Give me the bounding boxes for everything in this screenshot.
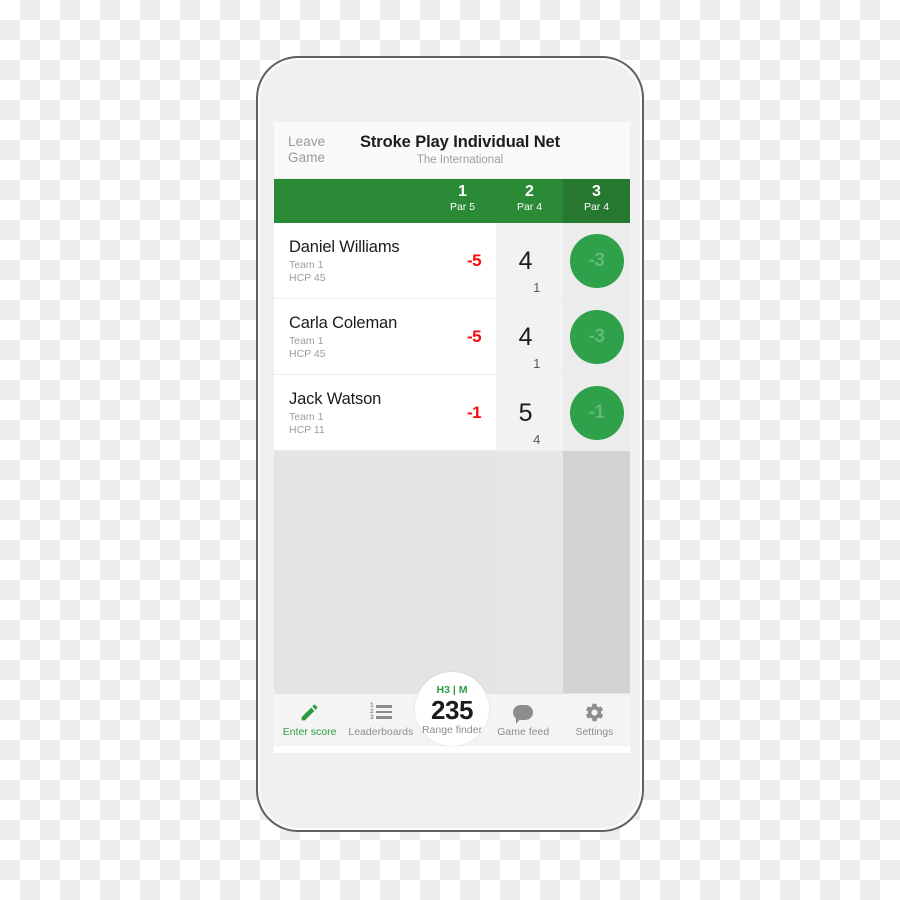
score-cell-hole-2[interactable]: 41 (496, 299, 563, 374)
hole-column-headers: 1 Par 5 2 Par 4 3 Par 4 (274, 179, 630, 223)
hole-number: 1 (458, 183, 467, 200)
player-team: Team 1 (289, 258, 324, 271)
player-handicap: HCP 45 (289, 347, 326, 360)
player-name-block: Carla Coleman Team 1 HCP 45 (289, 313, 452, 361)
score-cell-hole-3[interactable]: -1 (563, 375, 630, 450)
numbered-list-icon: 123 (345, 701, 416, 723)
empty-player-column (274, 451, 496, 693)
nav-item-settings[interactable]: Settings (559, 694, 630, 739)
player-name: Carla Coleman (289, 313, 398, 332)
title-block: Stroke Play Individual Net The Internati… (346, 133, 630, 168)
score-value: 4 (518, 322, 533, 351)
score-net-subscript: 4 (533, 432, 541, 447)
player-handicap: HCP 45 (289, 271, 326, 284)
leave-game-button[interactable]: Leave Game (274, 134, 346, 166)
nav-label-game-feed: Game feed (497, 726, 550, 738)
player-info[interactable]: Jack Watson Team 1 HCP 11 (274, 375, 452, 450)
player-name-block: Jack Watson Team 1 HCP 11 (289, 389, 452, 437)
empty-scorecard-area (274, 451, 630, 693)
player-team: Team 1 (289, 410, 324, 423)
page-title: Stroke Play Individual Net (359, 132, 561, 151)
player-team: Team 1 (289, 334, 324, 347)
column-header-hole-2[interactable]: 2 Par 4 (496, 179, 563, 223)
pencil-icon (274, 701, 345, 723)
hole-par: Par 4 (583, 201, 610, 213)
score-circle[interactable]: -3 (569, 309, 624, 364)
scorecard-rows: Daniel Williams Team 1 HCP 45 -5 41 -3 C… (274, 223, 630, 451)
nav-item-leaderboards[interactable]: 123 Leaderboards (345, 694, 416, 739)
page-subtitle: The International (416, 153, 504, 166)
hole-par: Par 5 (449, 201, 476, 213)
app-header: Leave Game Stroke Play Individual Net Th… (274, 122, 630, 179)
player-info[interactable]: Daniel Williams Team 1 HCP 45 (274, 223, 452, 298)
nav-label-enter-score: Enter score (282, 726, 337, 738)
hole-par: Par 4 (516, 201, 543, 213)
score-value: 4 (518, 246, 533, 275)
phone-screen: Leave Game Stroke Play Individual Net Th… (274, 122, 630, 753)
range-finder-button[interactable]: H3 | M 235 Range finder (415, 672, 489, 746)
score-circle[interactable]: -1 (569, 385, 624, 440)
score-net-subscript: 1 (533, 280, 541, 295)
score-value: 5 (518, 398, 533, 427)
column-header-hole-1[interactable]: 1 Par 5 (429, 179, 496, 223)
gear-icon (559, 701, 630, 723)
score-net-subscript: 1 (533, 356, 541, 371)
leave-game-label-line2: Game (288, 150, 326, 165)
nav-label-settings: Settings (575, 726, 614, 738)
player-name-block: Daniel Williams Team 1 HCP 45 (289, 237, 452, 285)
range-finder-value: 235 (431, 694, 473, 725)
speech-bubble-icon (488, 701, 559, 724)
hole-number: 3 (592, 183, 601, 200)
table-row[interactable]: Jack Watson Team 1 HCP 11 -1 54 -1 (274, 375, 630, 451)
column-header-hole-3[interactable]: 3 Par 4 (563, 179, 630, 223)
table-row[interactable]: Carla Coleman Team 1 HCP 45 -5 41 -3 (274, 299, 630, 375)
player-total-score: -5 (466, 250, 482, 270)
score-cell-hole-3[interactable]: -3 (563, 299, 630, 374)
range-finder-unit: H3 | M (436, 683, 468, 696)
player-handicap: HCP 11 (289, 423, 325, 436)
table-row[interactable]: Daniel Williams Team 1 HCP 45 -5 41 -3 (274, 223, 630, 299)
score-circle[interactable]: -3 (569, 233, 624, 288)
nav-label-leaderboards: Leaderboards (348, 726, 414, 738)
empty-column-hole-2 (496, 451, 563, 693)
player-total-score: -5 (466, 326, 482, 346)
leave-game-label-line1: Leave (288, 134, 326, 149)
nav-item-game-feed[interactable]: Game feed (488, 694, 559, 739)
range-finder-label: Range finder (421, 723, 483, 736)
hole-number: 2 (525, 183, 534, 200)
score-cell-hole-3[interactable]: -3 (563, 223, 630, 298)
nav-item-enter-score[interactable]: Enter score (274, 694, 345, 739)
player-info[interactable]: Carla Coleman Team 1 HCP 45 (274, 299, 452, 374)
score-cell-hole-2[interactable]: 54 (496, 375, 563, 450)
column-header-spacer (274, 179, 429, 223)
empty-column-hole-3 (563, 451, 630, 693)
score-cell-hole-2[interactable]: 41 (496, 223, 563, 298)
player-name: Jack Watson (289, 389, 382, 408)
bottom-navigation-bar: Enter score 123 Leaderboards Game feed S… (274, 672, 630, 746)
phone-device: Leave Game Stroke Play Individual Net Th… (256, 56, 644, 832)
player-name: Daniel Williams (289, 237, 400, 256)
player-total-score: -1 (466, 402, 482, 422)
